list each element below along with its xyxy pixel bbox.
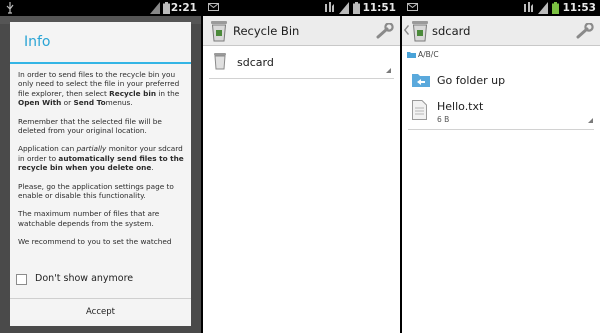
dont-show-checkbox[interactable] — [16, 274, 27, 285]
battery-icon — [163, 2, 170, 14]
usb-icon — [6, 2, 14, 14]
divider — [408, 129, 594, 130]
action-bar: Recycle Bin — [203, 16, 400, 46]
wrench-icon[interactable] — [376, 23, 394, 39]
info-dialog: Info In order to send files to the recyc… — [10, 22, 191, 326]
battery-icon — [353, 2, 360, 14]
dialog-paragraph: We recommend to you to set the watched — [18, 237, 172, 247]
trash-icon[interactable] — [411, 20, 429, 42]
page-title: Recycle Bin — [233, 24, 300, 38]
screen-recycle-bin: 11:51 Recycle Bin sdcard — [203, 0, 400, 333]
status-time: 11:51 — [362, 2, 396, 14]
status-bar: 11:53 — [402, 0, 600, 16]
status-time: 2:21 — [170, 2, 197, 14]
list-item[interactable]: sdcard — [203, 48, 400, 79]
context-corner-icon — [386, 68, 391, 73]
context-corner-icon — [588, 118, 593, 123]
trash-icon — [214, 53, 226, 70]
signal-icon — [524, 2, 533, 12]
dialog-message[interactable]: In order to send files to the recycle bi… — [18, 70, 188, 256]
wifi-icon — [538, 2, 548, 14]
status-bar: 11:51 — [203, 0, 400, 16]
status-bar: 2:21 — [0, 0, 201, 16]
dialog-paragraph: Please, go the application settings page… — [18, 181, 174, 201]
screen-sdcard: 11:53 sdcard A/B/C Go folder up Hello.tx… — [402, 0, 600, 333]
status-time: 11:53 — [562, 2, 596, 14]
screen-info-dialog: 2:21 Info In order to send files to the … — [0, 0, 201, 333]
dialog-paragraph: The maximum number of files that are wat… — [18, 209, 160, 228]
wrench-icon[interactable] — [576, 23, 594, 39]
dialog-paragraph: In order to send files to the recycle bi… — [18, 70, 180, 108]
signal-icon — [325, 2, 334, 12]
list-item-label: sdcard — [237, 56, 274, 69]
back-chevron-icon[interactable] — [404, 25, 409, 35]
file-item[interactable]: Hello.txt 6 B — [402, 96, 600, 130]
dialog-paragraph: Remember that the selected file will be … — [18, 116, 162, 136]
dialog-paragraph: Application can partially monitor your s… — [18, 144, 184, 173]
notification-icon — [407, 3, 418, 11]
file-icon — [412, 100, 427, 120]
battery-icon — [552, 2, 559, 14]
dont-show-label[interactable]: Don't show anymore — [35, 273, 133, 284]
accept-button[interactable]: Accept — [10, 307, 191, 317]
dim-overlay — [0, 326, 201, 333]
folder-icon — [407, 52, 416, 58]
breadcrumb[interactable]: A/B/C — [418, 50, 439, 59]
page-title: sdcard — [432, 24, 471, 38]
action-bar: sdcard — [402, 16, 600, 46]
dialog-title-divider — [10, 62, 191, 64]
go-folder-up-item[interactable]: Go folder up — [402, 66, 600, 96]
file-size: 6 B — [437, 115, 450, 124]
trash-icon[interactable] — [210, 20, 228, 42]
notification-icon — [208, 3, 219, 11]
divider — [209, 78, 394, 79]
folder-up-icon — [412, 74, 430, 87]
dialog-button-bar: Accept — [10, 298, 191, 326]
signal-icon — [150, 2, 160, 14]
wifi-icon — [339, 2, 349, 14]
go-folder-up-label: Go folder up — [437, 74, 506, 87]
dialog-title: Info — [24, 34, 51, 50]
file-name: Hello.txt — [437, 100, 484, 113]
